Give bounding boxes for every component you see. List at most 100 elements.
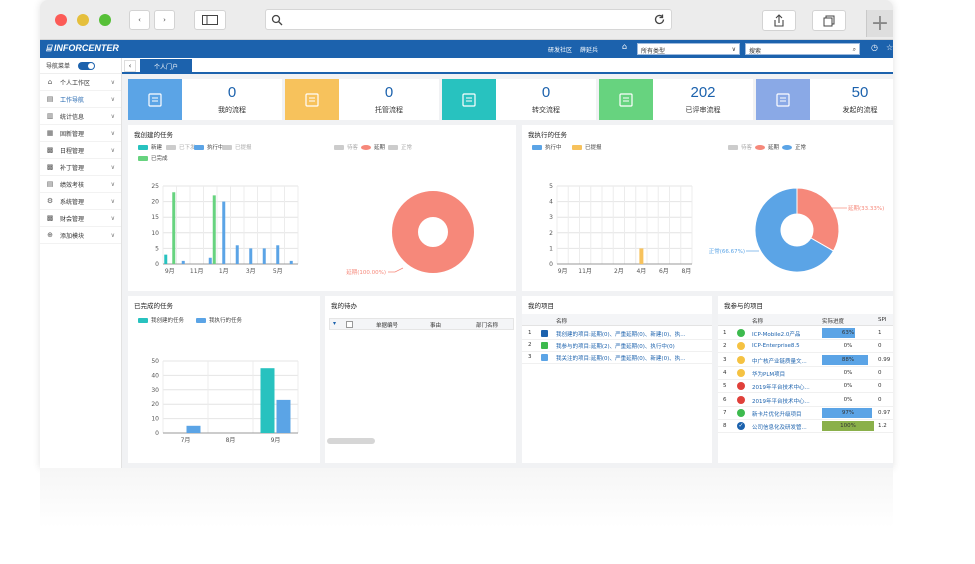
table-row[interactable]: 1 我创建的项目:延期(0)、严重延期(0)、新建(0)、执... [522,328,712,340]
bar[interactable] [276,399,291,433]
table-row[interactable]: 3 中广核产业链质量文... 88% 0.99 [718,354,893,367]
column-header[interactable]: 实际进度 [822,317,844,325]
legend-item[interactable]: 已完成 [138,154,168,162]
project-name-link[interactable]: 2019年平台技术中心... [752,383,810,391]
sidebar-item[interactable]: ▩ 日程管理 ∨ [40,142,121,159]
bar[interactable] [208,257,212,264]
project-summary-link[interactable]: 我关注的项目:延期(0)、严重延期(0)、新建(0)、执... [556,354,685,362]
header-link-community[interactable]: 研发社区 [548,45,572,54]
stat-card[interactable]: 0 转交流程 [442,79,596,120]
project-name-link[interactable]: 公司信息化及研发管... [752,423,807,431]
project-name-link[interactable]: 华为PLM项目 [752,370,785,378]
type-select[interactable]: 所有类型 ∨ [637,43,740,55]
table-row[interactable]: 2 ICP-Enterprise8.5 0% 0 [718,340,893,354]
bar[interactable] [262,248,266,264]
legend-label[interactable]: 延期 [768,143,779,151]
sidebar-item[interactable]: ▦ 固新管理 ∨ [40,125,121,142]
project-name-link[interactable]: ICP-Enterprise8.5 [752,343,800,349]
legend-label[interactable]: 正常 [401,143,412,151]
sidebar-item[interactable]: ▩ 财会管理 ∨ [40,210,121,227]
table-row[interactable]: 5 2019年平台技术中心... 0% 0 [718,380,893,394]
legend-label[interactable]: 延期 [374,143,385,151]
bar[interactable] [235,245,239,264]
legend-item[interactable]: 我创建的任务 [138,316,184,324]
project-name-link[interactable]: 中广核产业链质量文... [752,357,807,365]
column-header[interactable]: 事由 [430,321,441,329]
bar[interactable] [181,260,185,264]
table-row[interactable]: 1 ICP-Mobile2.0产品 63% 1 [718,327,893,340]
sidebar-item[interactable]: ⚙ 系统管理 ∨ [40,193,121,210]
legend-item[interactable]: 我执行的任务 [196,316,242,324]
bar[interactable] [186,425,201,433]
address-bar[interactable] [265,9,672,30]
clock-icon[interactable]: ◷ [871,43,878,52]
stat-card[interactable]: 202 已评审流程 [599,79,753,120]
bar[interactable] [172,192,176,264]
column-header[interactable]: SPI [878,317,886,323]
home-icon[interactable]: ⌂ [622,42,627,51]
bar[interactable] [164,254,168,264]
bar[interactable] [260,368,275,433]
tabs-button[interactable] [812,10,846,31]
project-summary-link[interactable]: 我创建的项目:延期(0)、严重延期(0)、新建(0)、执... [556,330,685,338]
minimize-window-button[interactable] [77,14,89,26]
stat-card[interactable]: 0 托管流程 [285,79,439,120]
legend-item[interactable]: 执行中 [194,143,224,151]
sidebar-item[interactable]: ⊕ 添加模块 ∨ [40,227,121,244]
horizontal-scrollbar[interactable] [327,438,375,444]
project-name-link[interactable]: 2019年平台技术中心... [752,397,810,405]
project-name-link[interactable]: 新卡片优化升级项目 [752,410,802,418]
bar[interactable] [212,195,216,264]
column-header[interactable]: 名称 [556,317,567,325]
table-row[interactable]: 4 华为PLM项目 0% 0 [718,367,893,380]
column-header[interactable]: 单据编号 [376,321,398,329]
sidebar-toggle-button[interactable] [194,10,226,30]
project-name-link[interactable]: ICP-Mobile2.0产品 [752,330,800,338]
legend-item[interactable]: 已下发 [166,143,196,151]
sidebar-item[interactable]: ▤ 绩效考核 ∨ [40,176,121,193]
stat-card[interactable]: 50 发起的流程 [756,79,893,120]
bar[interactable] [289,260,293,264]
back-button[interactable]: ‹ [129,10,150,30]
bar[interactable] [276,245,280,264]
chevron-down-icon[interactable]: ▾ [333,320,336,327]
table-row[interactable]: 8 ✓ 公司信息化及研发管... 100% 1.2 [718,420,893,434]
legend-item[interactable]: 执行中 [532,143,562,151]
bar[interactable] [249,248,253,264]
tab-personal-portal[interactable]: 个人门户 [140,59,193,74]
sidebar-item[interactable]: ⌂ 个人工作区 ∨ [40,74,121,91]
legend-label[interactable]: 待客 [347,143,358,151]
search-icon[interactable]: ⌕ [853,46,856,54]
table-row[interactable]: 7 新卡片优化升级项目 97% 0.97 [718,407,893,420]
share-button[interactable] [762,10,796,31]
maximize-window-button[interactable] [99,14,111,26]
legend-item[interactable]: 新建 [138,143,162,151]
table-row[interactable]: 3 我关注的项目:延期(0)、严重延期(0)、新建(0)、执... [522,352,712,364]
header-link-user[interactable]: 薛延兵 [580,45,598,54]
bar[interactable] [639,248,644,264]
stat-card[interactable]: 0 我的流程 [128,79,282,120]
column-header[interactable]: 名称 [752,317,763,325]
legend-item[interactable]: 已提报 [572,143,602,151]
star-icon[interactable]: ☆ [886,43,893,52]
table-row[interactable]: 6 2019年平台技术中心... 0% 0 [718,394,893,407]
sidebar-item[interactable]: ▤ 工作导航 ∨ [40,91,121,108]
chevron-left-icon[interactable]: ‹ [124,60,136,72]
bar[interactable] [222,201,226,264]
legend-item[interactable]: 已提报 [222,143,252,151]
pie-slice[interactable] [392,191,474,273]
new-tab-button[interactable]: + [866,10,893,37]
search-input[interactable]: 搜索 ⌕ [745,43,860,55]
column-header[interactable]: 部门名称 [476,321,498,329]
select-all-checkbox[interactable] [346,321,353,328]
legend-label[interactable]: 正常 [795,143,806,151]
sidebar-item[interactable]: ▥ 统计信息 ∨ [40,108,121,125]
close-window-button[interactable] [55,14,67,26]
legend-label[interactable]: 待客 [741,143,752,151]
forward-button[interactable]: › [154,10,175,30]
sidebar-item[interactable]: ▩ 补丁管理 ∨ [40,159,121,176]
table-row[interactable]: 2 我参与的项目:延期(2)、严重延期(0)、执行中(0) [522,340,712,352]
reload-icon[interactable] [653,13,666,26]
project-summary-link[interactable]: 我参与的项目:延期(2)、严重延期(0)、执行中(0) [556,342,675,350]
nav-toggle-switch[interactable] [78,61,96,70]
